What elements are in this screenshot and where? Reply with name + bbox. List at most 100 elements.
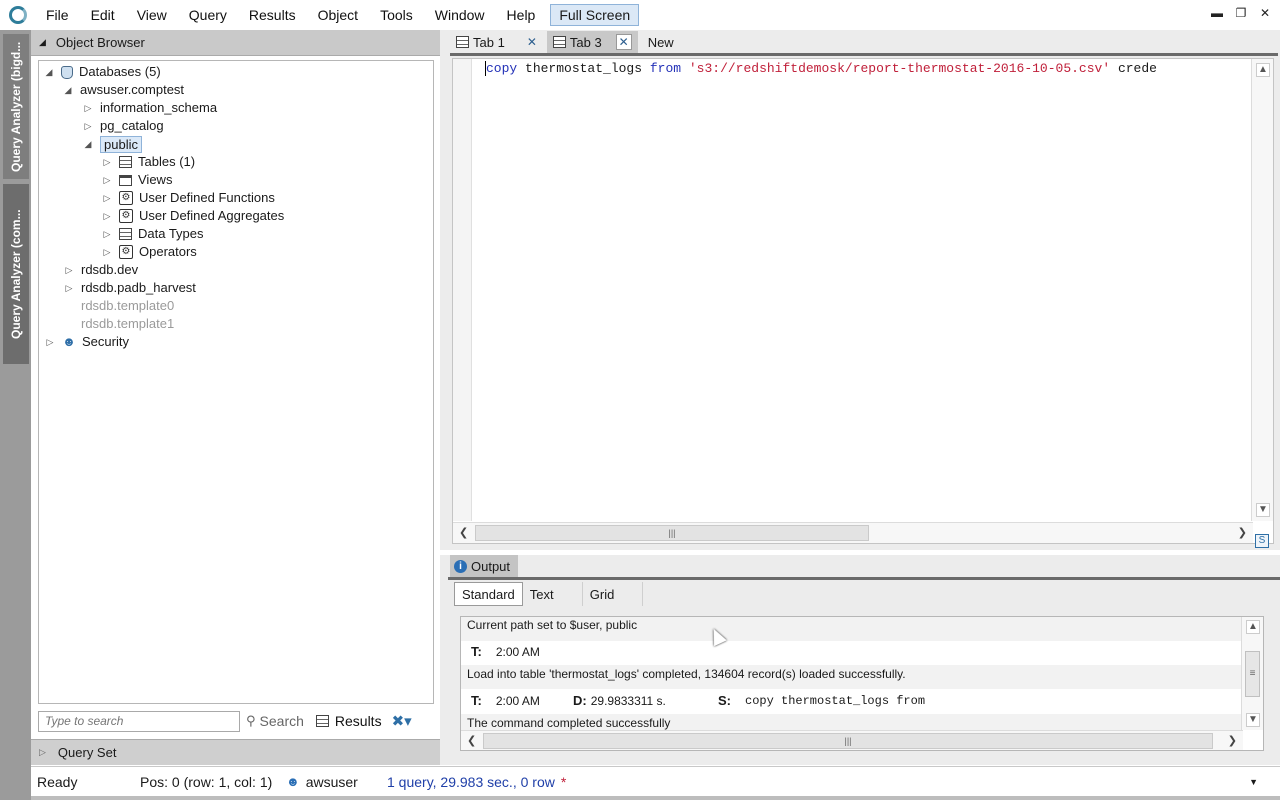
tree-node-label: User Defined Aggregates bbox=[139, 208, 285, 223]
new-tab-button[interactable]: New bbox=[648, 35, 674, 50]
scrollbar-thumb[interactable]: ||| bbox=[483, 733, 1213, 749]
search-input[interactable] bbox=[38, 710, 240, 732]
menu-query[interactable]: Query bbox=[178, 0, 238, 30]
tree-node-label: pg_catalog bbox=[100, 118, 164, 133]
tree-node-data-types[interactable]: ▷ Data Types bbox=[101, 225, 204, 243]
tree-node-user-defined-aggregates[interactable]: ▷ ⚙ User Defined Aggregates bbox=[101, 207, 284, 225]
output-tab[interactable]: i Output bbox=[450, 555, 519, 577]
collapse-triangle-icon[interactable]: ◢ bbox=[39, 37, 46, 48]
time-label: T: bbox=[471, 693, 482, 708]
tab-1[interactable]: Tab 1 ✕ bbox=[450, 31, 543, 53]
tree-node-pg-catalog[interactable]: ▷ pg_catalog bbox=[82, 117, 164, 135]
collapsed-arrow-icon[interactable]: ▷ bbox=[101, 225, 113, 243]
close-icon[interactable]: ✕ bbox=[527, 35, 537, 49]
menu-file[interactable]: File bbox=[35, 0, 80, 30]
expanded-arrow-icon[interactable]: ◢ bbox=[82, 135, 94, 153]
search-button[interactable]: ⚲ Search bbox=[246, 713, 304, 729]
collapsed-arrow-icon[interactable]: ▷ bbox=[39, 747, 46, 758]
tree-node-label: rdsdb.template1 bbox=[81, 316, 175, 331]
scroll-right-icon[interactable]: ❯ bbox=[1228, 734, 1237, 747]
tree-node-rdsdb-dev[interactable]: ▷ rdsdb.dev bbox=[63, 261, 139, 279]
tree-node-security[interactable]: ▷ ☻ Security bbox=[44, 333, 129, 351]
sql-editor[interactable]: copy thermostat_logs from 's3://redshift… bbox=[452, 58, 1274, 548]
tree-node-label: Views bbox=[138, 172, 173, 187]
full-screen-button[interactable]: Full Screen bbox=[550, 4, 640, 26]
results-button[interactable]: Results bbox=[315, 713, 382, 729]
collapsed-arrow-icon[interactable]: ▷ bbox=[82, 117, 94, 135]
scroll-right-icon[interactable]: ❯ bbox=[1238, 526, 1247, 539]
restore-icon[interactable]: ❐ bbox=[1234, 6, 1248, 20]
message-path-set: Current path set to $user, public bbox=[467, 618, 638, 632]
tree-node-databases[interactable]: ◢ Databases (5) bbox=[43, 63, 161, 81]
minimize-icon[interactable]: ▬ bbox=[1210, 6, 1224, 20]
editor-tabs: Tab 1 ✕ Tab 3 ✕ New bbox=[450, 30, 674, 54]
query-set-header[interactable]: ▷ Query Set bbox=[31, 739, 440, 765]
s-icon[interactable]: S bbox=[1255, 534, 1269, 548]
collapsed-arrow-icon[interactable]: ▷ bbox=[101, 171, 113, 189]
status-ready: Ready bbox=[37, 773, 78, 790]
collapsed-arrow-icon[interactable]: ▷ bbox=[63, 261, 75, 279]
expanded-arrow-icon[interactable]: ◢ bbox=[43, 63, 55, 81]
tree-node-views[interactable]: ▷ Views bbox=[101, 171, 173, 189]
side-tab-query-analyzer-1[interactable]: Query Analyzer (bigd... bbox=[3, 34, 29, 179]
tree-node-awsuser-comptest[interactable]: ◢ awsuser.comptest bbox=[62, 81, 185, 99]
statement-value: copy thermostat_logs from bbox=[745, 693, 926, 708]
scroll-left-icon[interactable]: ❮ bbox=[467, 734, 476, 747]
menu-object[interactable]: Object bbox=[307, 0, 369, 30]
expanded-arrow-icon[interactable]: ◢ bbox=[62, 81, 74, 99]
tree-node-information-schema[interactable]: ▷ information_schema bbox=[82, 99, 218, 117]
collapsed-arrow-icon[interactable]: ▷ bbox=[44, 333, 56, 351]
scroll-down-icon[interactable]: ▼ bbox=[1256, 503, 1270, 517]
collapsed-arrow-icon[interactable]: ▷ bbox=[101, 153, 113, 171]
code-keyword: from bbox=[649, 61, 682, 76]
tree-node-label: rdsdb.dev bbox=[81, 262, 139, 277]
window-bottom-edge bbox=[31, 796, 1280, 800]
tools-dropdown-icon[interactable]: ✖▾ bbox=[392, 712, 412, 730]
tree-node-rdsdb-padb-harvest[interactable]: ▷ rdsdb.padb_harvest bbox=[63, 279, 196, 297]
code-identifier: thermostat_logs bbox=[517, 61, 650, 76]
output-vertical-scrollbar[interactable]: ▲ ≡ ▼ bbox=[1241, 617, 1263, 730]
tab-grid[interactable]: Grid bbox=[583, 582, 643, 606]
menu-help[interactable]: Help bbox=[496, 0, 547, 30]
scroll-up-icon[interactable]: ▲ bbox=[1256, 63, 1270, 77]
tree-node-public[interactable]: ◢ public bbox=[82, 135, 142, 153]
status-bar: Ready Pos: 0 (row: 1, col: 1) ☻ awsuser … bbox=[31, 766, 1280, 796]
collapsed-arrow-icon[interactable]: ▷ bbox=[82, 99, 94, 117]
collapsed-arrow-icon[interactable]: ▷ bbox=[101, 189, 113, 207]
scrollbar-thumb[interactable]: ≡ bbox=[1245, 651, 1260, 697]
output-divider bbox=[448, 577, 1280, 580]
tab-label: Tab 3 bbox=[569, 34, 602, 50]
scroll-up-icon[interactable]: ▲ bbox=[1246, 620, 1260, 634]
tree-node-rdsdb-template1[interactable]: rdsdb.template1 bbox=[81, 315, 174, 333]
menu-results[interactable]: Results bbox=[238, 0, 307, 30]
menu-window[interactable]: Window bbox=[424, 0, 496, 30]
tree-node-label: rdsdb.template0 bbox=[81, 298, 175, 313]
tab-text[interactable]: Text bbox=[523, 582, 583, 606]
tree-node-tables[interactable]: ▷ Tables (1) bbox=[101, 153, 196, 171]
menu-edit[interactable]: Edit bbox=[80, 0, 126, 30]
side-tab-strip: Query Analyzer (bigd... Query Analyzer (… bbox=[0, 30, 31, 800]
tree-node-operators[interactable]: ▷ ⚙ Operators bbox=[101, 243, 197, 261]
scroll-down-icon[interactable]: ▼ bbox=[1246, 713, 1260, 727]
editor-horizontal-scrollbar[interactable]: ❮ ||| ❯ bbox=[453, 522, 1253, 543]
scrollbar-thumb[interactable]: ||| bbox=[475, 525, 869, 541]
editor-vertical-scrollbar[interactable]: ▲ ▼ bbox=[1251, 59, 1273, 521]
close-icon[interactable]: ✕ bbox=[1258, 6, 1272, 20]
output-horizontal-scrollbar[interactable]: ❮ ||| ❯ bbox=[461, 730, 1243, 750]
side-tab-query-analyzer-2[interactable]: Query Analyzer (com... bbox=[3, 184, 29, 364]
tree-node-rdsdb-template0[interactable]: rdsdb.template0 bbox=[81, 297, 174, 315]
menu-view[interactable]: View bbox=[126, 0, 178, 30]
code-line-1[interactable]: copy thermostat_logs from 's3://redshift… bbox=[485, 61, 1251, 76]
users-icon: ☻ bbox=[62, 334, 76, 349]
object-browser-header[interactable]: ◢ Object Browser bbox=[31, 30, 440, 56]
close-icon[interactable]: ✕ bbox=[615, 34, 632, 50]
menu-tools[interactable]: Tools bbox=[369, 0, 424, 30]
tab-standard[interactable]: Standard bbox=[454, 582, 523, 606]
scroll-left-icon[interactable]: ❮ bbox=[459, 526, 468, 539]
collapsed-arrow-icon[interactable]: ▷ bbox=[101, 243, 113, 261]
tab-3[interactable]: Tab 3 ✕ bbox=[546, 31, 638, 53]
collapsed-arrow-icon[interactable]: ▷ bbox=[63, 279, 75, 297]
chevron-down-icon[interactable]: ▼ bbox=[1249, 777, 1258, 787]
collapsed-arrow-icon[interactable]: ▷ bbox=[101, 207, 113, 225]
tree-node-user-defined-functions[interactable]: ▷ ⚙ User Defined Functions bbox=[101, 189, 275, 207]
